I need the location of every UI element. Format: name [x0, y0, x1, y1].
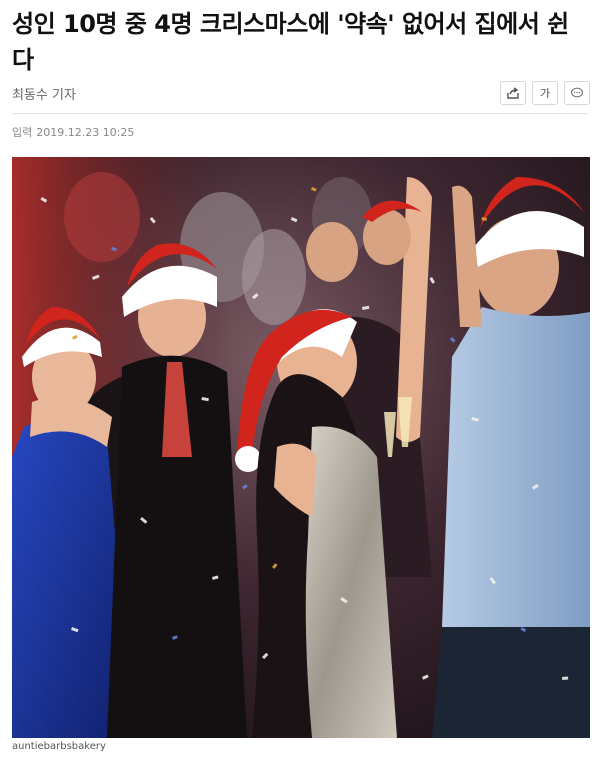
article-photo [12, 157, 590, 738]
photo-credit: auntiebarbsbakery [12, 741, 106, 752]
christmas-party-photo [12, 157, 590, 738]
date-value: 2019.12.23 10:25 [36, 126, 135, 139]
comment-button[interactable] [564, 81, 590, 105]
publish-date: 입력 2019.12.23 10:25 [12, 124, 134, 140]
article-headline: 성인 10명 중 4명 크리스마스에 '약속' 없어서 집에서 쉰다 [12, 10, 569, 74]
font-size-button[interactable]: 가 [532, 81, 558, 105]
font-size-label: 가 [539, 87, 551, 100]
date-label: 입력 [12, 126, 33, 139]
article-tools: 가 [500, 81, 590, 105]
reporter-byline: 최동수 기자 [12, 88, 76, 103]
share-button[interactable] [500, 81, 526, 105]
header-divider [12, 113, 588, 114]
share-icon [507, 87, 519, 99]
comment-icon [570, 87, 584, 98]
